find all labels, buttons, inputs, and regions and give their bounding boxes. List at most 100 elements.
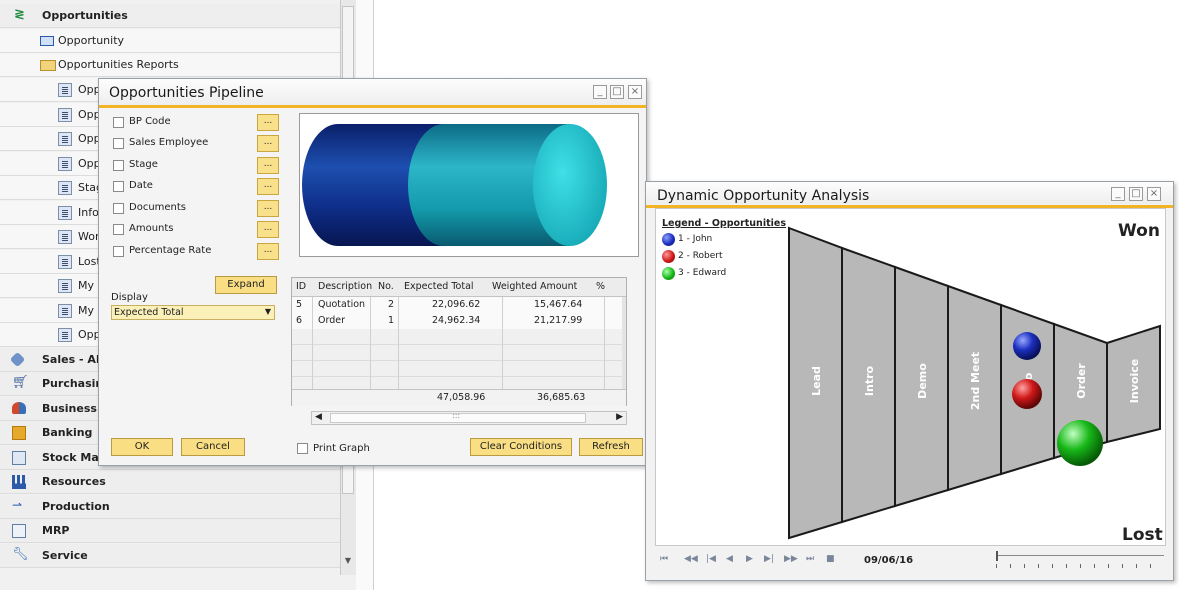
module-label: Resources bbox=[42, 475, 106, 488]
maximize-icon[interactable]: □ bbox=[1129, 187, 1143, 201]
date-checkbox[interactable] bbox=[113, 181, 124, 192]
row-expected-total: 22,096.62 bbox=[432, 299, 481, 310]
report-icon bbox=[58, 328, 72, 342]
scroll-left-icon[interactable]: ◀ bbox=[315, 412, 322, 422]
robert-opportunity-ball bbox=[1012, 379, 1042, 409]
wrench-icon: 🔧︎ bbox=[12, 547, 29, 562]
total-expected: 47,058.96 bbox=[437, 392, 486, 403]
report-icon bbox=[58, 108, 72, 122]
horizontal-scrollbar[interactable]: ◀ ::: ▶ bbox=[311, 411, 627, 425]
current-date: 09/06/16 bbox=[864, 555, 914, 566]
amounts-checkbox[interactable] bbox=[113, 224, 124, 235]
row-weighted-amount: 15,467.64 bbox=[534, 299, 583, 310]
fast-forward-icon[interactable]: ▶▶ bbox=[784, 554, 798, 564]
rewind-icon[interactable]: ◀◀ bbox=[684, 554, 698, 564]
table-scrollbar[interactable] bbox=[622, 297, 626, 389]
maximize-icon[interactable]: □ bbox=[610, 85, 624, 99]
column-header-no[interactable]: No. bbox=[378, 279, 394, 295]
module-mrp[interactable]: MRP bbox=[0, 519, 340, 543]
column-header-description[interactable]: Description bbox=[318, 279, 372, 295]
module-resources[interactable]: Resources bbox=[0, 470, 340, 494]
report-icon bbox=[58, 279, 72, 293]
accent-bar bbox=[99, 105, 646, 108]
display-select-value: Expected Total bbox=[114, 307, 184, 318]
row-description: Quotation bbox=[318, 299, 366, 310]
report-icon bbox=[58, 157, 72, 171]
sales-employee-options-button[interactable]: ... bbox=[257, 135, 279, 152]
module-label: Production bbox=[42, 500, 110, 513]
module-opportunities[interactable]: ≷ Opportunities bbox=[0, 4, 340, 28]
report-label: Wor bbox=[78, 230, 100, 243]
resources-icon bbox=[12, 475, 26, 489]
refresh-button[interactable]: Refresh bbox=[579, 438, 643, 456]
documents-checkbox[interactable] bbox=[113, 203, 124, 214]
amounts-label: Amounts bbox=[129, 223, 174, 234]
documents-label: Documents bbox=[129, 202, 187, 213]
stage-options-button[interactable]: ... bbox=[257, 157, 279, 174]
window-title: Dynamic Opportunity Analysis bbox=[657, 188, 870, 204]
clear-conditions-button[interactable]: Clear Conditions bbox=[470, 438, 572, 456]
first-icon[interactable]: ⏮ bbox=[660, 554, 668, 564]
close-icon[interactable]: × bbox=[628, 85, 642, 99]
john-opportunity-ball bbox=[1013, 332, 1041, 360]
bp-code-checkbox[interactable] bbox=[113, 117, 124, 128]
display-label: Display bbox=[111, 292, 148, 303]
report-icon bbox=[58, 230, 72, 244]
step-back-icon[interactable]: |◀ bbox=[706, 554, 716, 564]
expand-button[interactable]: Expand bbox=[215, 276, 277, 294]
menu-item-opportunity[interactable]: Opportunity bbox=[0, 29, 340, 53]
row-number: 2 bbox=[388, 299, 395, 310]
report-label: Info bbox=[78, 206, 99, 219]
display-select[interactable]: Expected Total ▼ bbox=[111, 305, 275, 320]
column-header-percent[interactable]: % bbox=[596, 279, 605, 295]
stage-checkbox[interactable] bbox=[113, 160, 124, 171]
module-label: Banking bbox=[42, 426, 93, 439]
percentage-rate-label: Percentage Rate bbox=[129, 245, 212, 256]
module-label: Sales - AR bbox=[42, 353, 105, 366]
stop-icon[interactable]: ■ bbox=[826, 554, 835, 564]
row-id: 5 bbox=[296, 299, 303, 310]
open-folder-icon bbox=[40, 60, 56, 71]
column-header-weighted-amount[interactable]: Weighted Amount bbox=[492, 279, 577, 295]
last-icon[interactable]: ⏭ bbox=[806, 554, 814, 564]
play-icon[interactable]: ▶ bbox=[746, 554, 753, 564]
print-graph-label: Print Graph bbox=[313, 443, 370, 454]
window-title: Opportunities Pipeline bbox=[109, 85, 264, 101]
funnel-panel: Legend - Opportunities 1 - John 2 - Robe… bbox=[655, 208, 1166, 546]
documents-options-button[interactable]: ... bbox=[257, 200, 279, 217]
step-forward-icon[interactable]: ▶| bbox=[764, 554, 774, 564]
chevron-down-icon: ▼ bbox=[264, 307, 271, 316]
minimize-icon[interactable]: _ bbox=[1111, 187, 1125, 201]
scroll-right-icon[interactable]: ▶ bbox=[616, 412, 623, 422]
bp-code-options-button[interactable]: ... bbox=[257, 114, 279, 131]
column-header-id[interactable]: ID bbox=[296, 279, 306, 295]
scroll-down-icon[interactable]: ▼ bbox=[343, 556, 353, 568]
coins-icon bbox=[12, 426, 26, 440]
module-label: Opportunities bbox=[42, 9, 128, 22]
amounts-options-button[interactable]: ... bbox=[257, 221, 279, 238]
minimize-icon[interactable]: _ bbox=[593, 85, 607, 99]
opportunities-pipeline-window: Opportunities Pipeline _ □ × BP Code... … bbox=[98, 78, 647, 466]
print-graph-checkbox[interactable] bbox=[297, 443, 308, 454]
sales-employee-checkbox[interactable] bbox=[113, 138, 124, 149]
row-expected-total: 24,962.34 bbox=[432, 315, 481, 326]
sales-tag-icon bbox=[9, 351, 26, 368]
percentage-rate-checkbox[interactable] bbox=[113, 246, 124, 257]
ok-button[interactable]: OK bbox=[111, 438, 173, 456]
module-service[interactable]: 🔧︎ Service bbox=[0, 544, 340, 568]
back-icon[interactable]: ◀ bbox=[726, 554, 733, 564]
column-header-expected-total[interactable]: Expected Total bbox=[404, 279, 474, 295]
report-icon bbox=[58, 255, 72, 269]
stage-label-invoice: Invoice bbox=[1128, 359, 1141, 403]
percentage-rate-options-button[interactable]: ... bbox=[257, 243, 279, 260]
menu-folder-opportunities-reports[interactable]: Opportunities Reports bbox=[0, 53, 340, 77]
cancel-button[interactable]: Cancel bbox=[181, 438, 245, 456]
menu-item-label: Opportunity bbox=[58, 34, 125, 47]
people-icon bbox=[12, 402, 26, 414]
slider-thumb[interactable] bbox=[996, 551, 998, 561]
module-production[interactable]: ⇀ Production bbox=[0, 495, 340, 519]
timeline-slider[interactable] bbox=[996, 551, 1164, 569]
close-icon[interactable]: × bbox=[1147, 187, 1161, 201]
date-options-button[interactable]: ... bbox=[257, 178, 279, 195]
row-number: 1 bbox=[388, 315, 395, 326]
